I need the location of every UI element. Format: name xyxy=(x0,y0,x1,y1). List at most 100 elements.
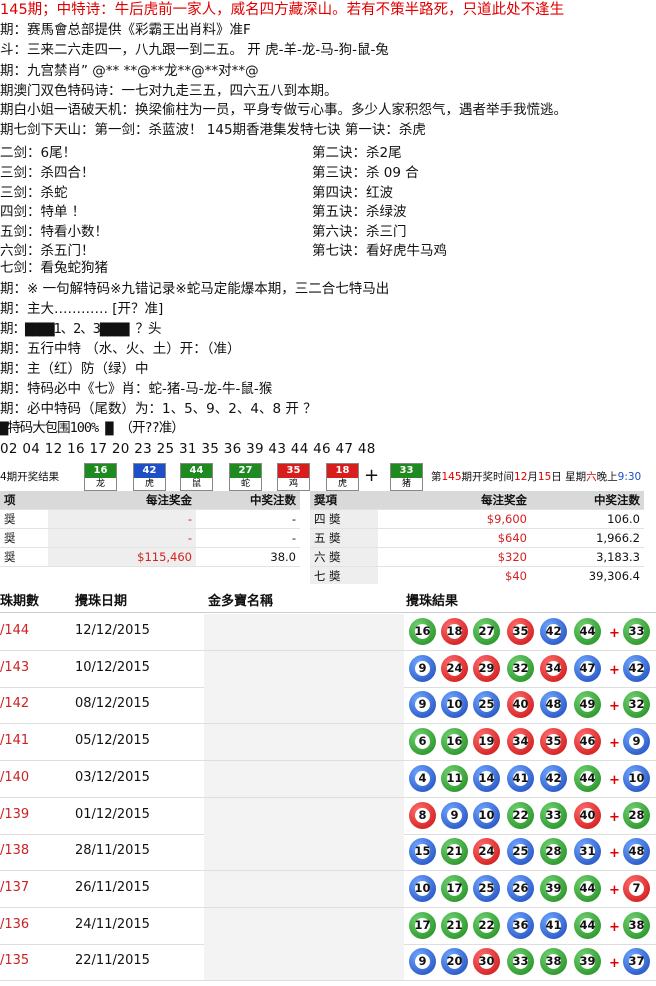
result-ball: 25 xyxy=(473,874,500,902)
col-result: 攪珠結果 xyxy=(406,594,459,609)
tactic-item: 第三诀：杀 09 合 xyxy=(312,165,419,181)
result-ball: 42 xyxy=(540,764,567,792)
result-ball: 48 xyxy=(540,691,567,719)
sword-row: 二剑：6尾！ 第二诀：杀2尾 xyxy=(0,141,656,161)
result-ball: 25 xyxy=(473,691,500,719)
result-ball: 49 xyxy=(574,691,601,719)
info-line: 期：必中特码（尾数）为：1、5、9、2、4、8 开 ？ xyxy=(0,401,317,417)
info-line: 斗：三来二六走四一，八九跟一到二五。 开 虎-羊-龙-马-狗-鼠-兔 xyxy=(0,42,389,58)
pool-name-cell xyxy=(204,614,404,650)
result-ball: 47 xyxy=(574,654,601,682)
prize-row: 五 奬 $640 1,966.2 xyxy=(310,528,644,548)
pool-name-cell xyxy=(204,724,404,761)
result-ball: 20 xyxy=(441,948,468,976)
result-ball: 35 xyxy=(507,618,534,645)
draw-date: 28/11/2015 xyxy=(75,843,150,859)
prize-header: 项 每注奖金 中奖注数 xyxy=(0,491,300,510)
table-row[interactable]: /144 12/12/2015 16 18 27 35 42 44 +33 xyxy=(0,614,656,651)
draw-ball: 27 蛇 xyxy=(229,463,262,491)
draw-date: 05/12/2015 xyxy=(75,733,150,749)
result-ball: 35 xyxy=(540,728,567,756)
result-ball: 30 xyxy=(473,948,500,976)
pool-name-cell xyxy=(204,944,404,981)
draw-issue: /139 xyxy=(0,806,30,822)
result-ball: 19 xyxy=(473,728,500,756)
result-ball: 22 xyxy=(507,801,534,829)
pool-name-cell xyxy=(204,907,404,944)
result-ball: 22 xyxy=(473,911,500,939)
prize-row: 六 奬 $320 3,183.3 xyxy=(310,547,644,567)
table-row[interactable]: /138 28/11/2015 15 21 24 25 28 31 +48 xyxy=(0,834,656,872)
special-ball: 32 xyxy=(623,691,650,719)
draw-issue: /140 xyxy=(0,769,30,785)
result-ball: 39 xyxy=(574,948,601,976)
plus-sign: + xyxy=(609,772,620,788)
plus-sign: + xyxy=(609,846,620,862)
prize-row: 四 奬 $9,600 106.0 xyxy=(310,509,644,529)
pool-name-cell xyxy=(204,797,404,834)
info-line: 七剑：看兔蛇狗猪 xyxy=(0,260,108,276)
sword-row: 三剑：杀蛇 第四诀：红波 xyxy=(0,181,656,201)
result-ball: 42 xyxy=(540,618,567,645)
info-line: 期：赛馬會总部提供《彩霸王出肖料》准F xyxy=(0,22,251,38)
draw-date: 24/11/2015 xyxy=(75,916,150,932)
draw-date: 22/11/2015 xyxy=(75,953,150,969)
pool-name-cell xyxy=(204,687,404,724)
table-row[interactable]: /136 24/11/2015 17 21 22 36 41 44 +38 xyxy=(0,907,656,945)
result-ball: 28 xyxy=(540,838,567,866)
table-row[interactable]: /142 08/12/2015 9 10 25 40 48 49 +32 xyxy=(0,687,656,725)
sword-row: 三剑：杀四合！ 第三诀：杀 09 合 xyxy=(0,161,656,181)
result-ball: 39 xyxy=(540,874,567,902)
result-ball: 17 xyxy=(441,874,468,902)
special-ball: 42 xyxy=(623,654,650,682)
draw-date: 12/12/2015 xyxy=(75,623,150,638)
table-row[interactable]: /141 05/12/2015 6 16 19 34 35 46 +9 xyxy=(0,724,656,762)
plus-sign: + xyxy=(364,465,380,486)
plus-sign: + xyxy=(609,919,620,935)
special-ball: 38 xyxy=(623,911,650,939)
draw-ball: 42 虎 xyxy=(133,463,166,491)
draw-date: 01/12/2015 xyxy=(75,806,150,822)
prize-row: 奨 - - xyxy=(0,509,300,529)
result-ball: 9 xyxy=(409,691,436,719)
result-ball: 41 xyxy=(507,764,534,792)
result-ball: 16 xyxy=(441,728,468,756)
table-row[interactable]: /137 26/11/2015 10 17 25 26 39 44 +7 xyxy=(0,870,656,908)
result-ball: 33 xyxy=(540,801,567,829)
pool-name-cell xyxy=(204,650,404,687)
plus-sign: + xyxy=(609,956,620,972)
sword-item: 三剑：杀蛇 xyxy=(0,185,68,201)
draw-issue: /138 xyxy=(0,843,30,859)
result-ball: 25 xyxy=(507,838,534,866)
result-ball: 10 xyxy=(441,691,468,719)
table-row[interactable]: /135 22/11/2015 9 20 30 33 38 39 +37 xyxy=(0,944,656,982)
result-ball: 18 xyxy=(441,618,468,645)
result-ball: 21 xyxy=(441,911,468,939)
tactic-item: 第二诀：杀2尾 xyxy=(312,145,402,161)
info-line: 期：主（红）防（绿）中 xyxy=(0,361,149,377)
result-ball: 31 xyxy=(574,838,601,866)
draw-issue: /137 xyxy=(0,879,30,895)
result-ball: 9 xyxy=(409,948,436,976)
result-ball: 44 xyxy=(574,618,601,645)
prize-table-right: 奨項 每注奖金 中奖注数 四 奬 $9,600 106.0 五 奬 $640 1… xyxy=(310,491,644,586)
draw-result-bar: 4期开奖结果 16 龙 42 虎 44 鼠 27 蛇 35 鸡 18 虎 + 33 猪 第14… xyxy=(0,463,656,491)
info-line: 期澳门双色特码诗：一七对九走三五，四六五八到本期。 xyxy=(0,83,338,99)
table-row[interactable]: /143 10/12/2015 9 24 29 32 34 47 +42 xyxy=(0,650,656,688)
result-ball: 29 xyxy=(473,654,500,682)
draw-issue: /144 xyxy=(0,623,30,638)
result-ball: 44 xyxy=(574,911,601,939)
result-ball: 8 xyxy=(409,801,436,829)
result-ball: 40 xyxy=(507,691,534,719)
table-row[interactable]: /140 03/12/2015 4 11 14 41 42 44 +10 xyxy=(0,760,656,798)
draw-ball: 16 龙 xyxy=(84,463,117,491)
result-ball: 32 xyxy=(507,654,534,682)
draw-date: 26/11/2015 xyxy=(75,879,150,895)
result-ball: 24 xyxy=(473,838,500,866)
result-ball: 38 xyxy=(540,948,567,976)
tactic-item: 第七诀：看好虎牛马鸡 xyxy=(312,243,447,259)
table-row[interactable]: /139 01/12/2015 8 9 10 22 33 40 +28 xyxy=(0,797,656,835)
special-ball: 48 xyxy=(623,838,650,866)
sword-item: 二剑：6尾！ xyxy=(0,145,77,161)
pool-name-cell xyxy=(204,834,404,871)
